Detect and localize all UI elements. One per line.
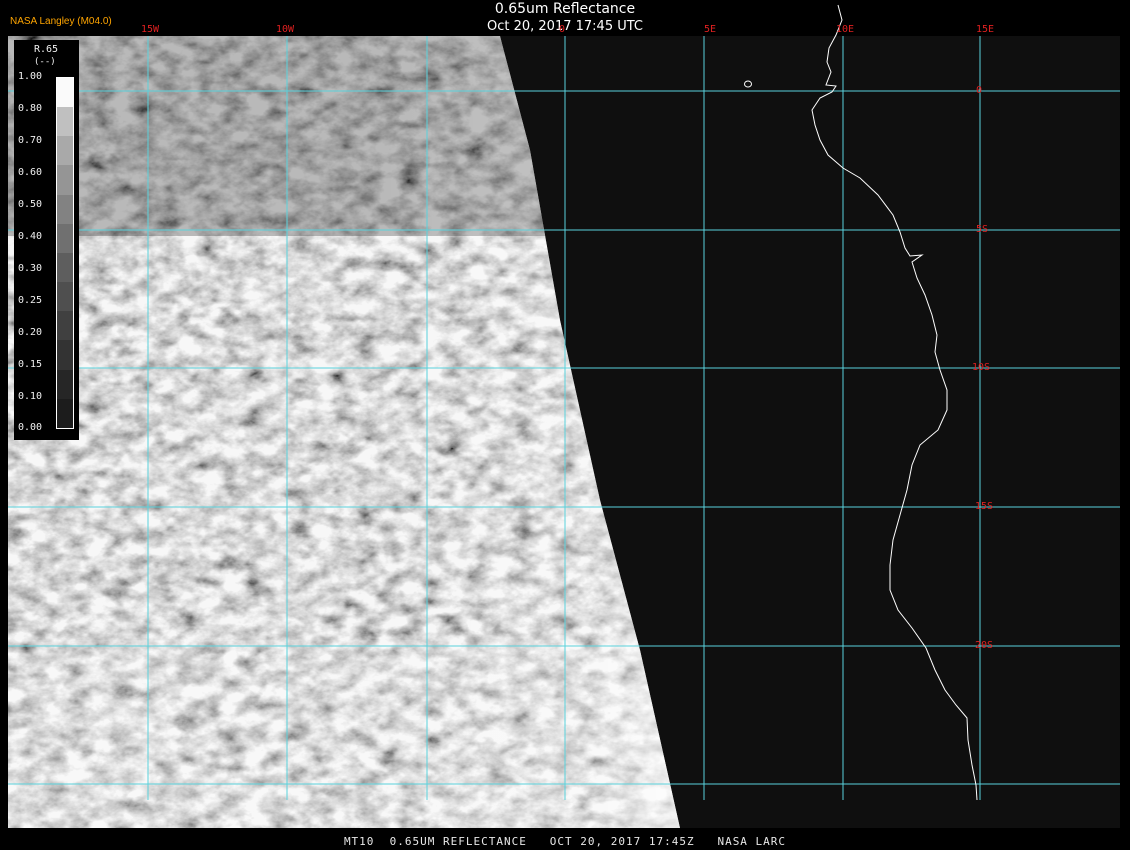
- lon-label-10w: 10W: [276, 24, 295, 35]
- credit-label: NASA Langley (M04.0): [10, 16, 112, 27]
- lon-label-15w: 15W: [141, 24, 160, 35]
- legend-tick: 0.70: [18, 135, 43, 146]
- legend-color-step: [57, 282, 73, 312]
- legend-tick: 0.50: [18, 199, 43, 210]
- legend-tick: 0.25: [18, 295, 43, 306]
- legend-color-step: [57, 165, 73, 195]
- footer-caption: MT10 0.65UM REFLECTANCE OCT 20, 2017 17:…: [343, 835, 787, 848]
- legend-tick: 0.15: [18, 359, 43, 370]
- legend-color-step: [57, 340, 73, 370]
- lon-label-10e: 10E: [836, 24, 855, 35]
- legend-variable: R.65: [34, 44, 59, 55]
- legend-tick: 0.30: [18, 263, 43, 274]
- satellite-image: [0, 0, 1130, 850]
- lon-label-15e: 15E: [976, 24, 995, 35]
- legend-color-step: [57, 77, 73, 108]
- lat-label-20s: 20S: [975, 640, 994, 651]
- legend-color-step: [57, 311, 73, 341]
- image-title: 0.65um Reflectance: [494, 1, 636, 17]
- legend-color-step: [57, 223, 73, 253]
- legend-color-step: [57, 194, 73, 224]
- legend-color-bar: [56, 77, 74, 429]
- legend-color-step: [57, 136, 73, 166]
- legend-tick: 0.20: [18, 327, 43, 338]
- legend-color-step: [57, 252, 73, 283]
- lat-label-5s: 5S: [976, 224, 989, 235]
- legend-tick: 0.10: [18, 391, 43, 402]
- lat-label-10s: 10S: [972, 362, 991, 373]
- legend-tick: 0.00: [18, 422, 43, 433]
- lon-label-5e: 5E: [704, 24, 717, 35]
- legend-tick: 0.80: [18, 103, 43, 114]
- color-legend: R.65 (--) 1.00 0.80 0.70 0.60 0.50 0.40 …: [14, 40, 79, 440]
- legend-unit: (--): [34, 57, 56, 67]
- legend-color-step: [57, 369, 73, 399]
- legend-tick: 0.60: [18, 167, 43, 178]
- legend-tick: 0.40: [18, 231, 43, 242]
- lon-label-0: 0: [559, 24, 566, 35]
- legend-color-step: [57, 398, 73, 428]
- legend-color-step: [57, 107, 73, 137]
- lat-label-0: 0: [976, 85, 983, 96]
- legend-tick: 1.00: [18, 71, 43, 82]
- lat-label-15s: 15S: [975, 501, 994, 512]
